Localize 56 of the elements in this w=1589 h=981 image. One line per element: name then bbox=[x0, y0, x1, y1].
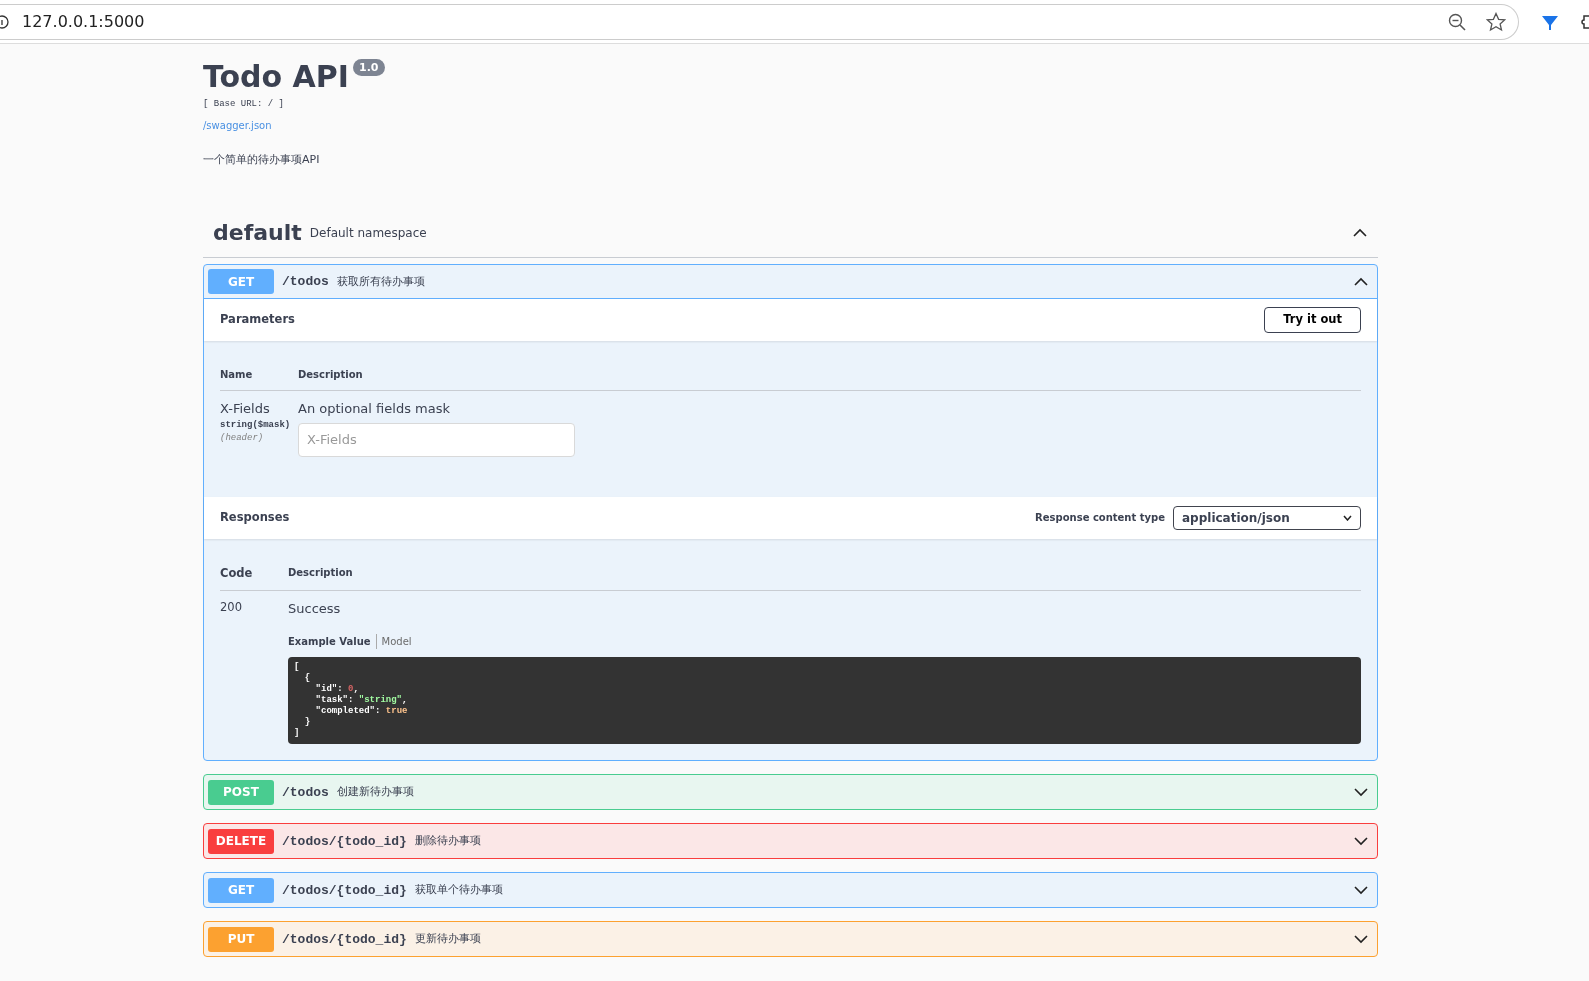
column-header: Description bbox=[288, 565, 353, 580]
column-header: Description bbox=[298, 368, 363, 382]
endpoint-summary: 创建新待办事项 bbox=[336, 784, 414, 800]
section-title: Responses bbox=[220, 508, 290, 526]
response-description: Success bbox=[288, 599, 342, 618]
method-badge: POST bbox=[208, 779, 274, 805]
api-title: Todo API bbox=[203, 59, 349, 94]
chevron-up-icon[interactable] bbox=[1352, 227, 1368, 238]
response-code: 200 bbox=[220, 598, 243, 616]
example-tab[interactable]: Model bbox=[375, 634, 412, 650]
api-description: 一个简单的待办事项API bbox=[203, 151, 321, 168]
zoom-out-icon[interactable] bbox=[1448, 12, 1466, 31]
namespace-header[interactable]: default Default namespace bbox=[203, 208, 1378, 258]
method-badge: PUT bbox=[208, 926, 274, 952]
chevron-down-icon[interactable] bbox=[1353, 934, 1369, 945]
example-tab[interactable]: Example Value bbox=[288, 634, 371, 650]
content-type-select[interactable]: application/json bbox=[1173, 505, 1361, 530]
content-type-label: Response content type bbox=[1035, 511, 1165, 525]
endpoint-path: /todos/{todo_id} bbox=[282, 832, 407, 851]
parameter-input[interactable]: X-Fields bbox=[298, 422, 575, 457]
star-icon[interactable] bbox=[1486, 11, 1506, 32]
parameter-description: An optional fields mask bbox=[298, 400, 451, 418]
endpoint-path: /todos/{todo_id} bbox=[282, 930, 407, 949]
parameter-name: X-Fields bbox=[220, 400, 271, 418]
column-header: Name bbox=[220, 368, 254, 382]
chevron-down-icon[interactable] bbox=[1353, 885, 1369, 896]
info-icon[interactable] bbox=[0, 14, 12, 29]
endpoint-summary: 删除待办事项 bbox=[414, 833, 481, 849]
parameter-type: string($mask) bbox=[220, 418, 292, 432]
operation-header[interactable]: DELETE /todos/{todo_id} 删除待办事项 bbox=[204, 824, 1377, 859]
method-badge: DELETE bbox=[208, 828, 274, 854]
endpoint-path: /todos bbox=[282, 783, 329, 802]
version-badge: 1.0 bbox=[353, 59, 385, 76]
operation-header[interactable]: GET /todos/{todo_id} 获取单个待办事项 bbox=[204, 873, 1377, 908]
endpoint-path: /todos/{todo_id} bbox=[282, 881, 407, 900]
base-url: [ Base URL: / ] bbox=[203, 98, 285, 111]
namespace-description: Default namespace bbox=[309, 224, 427, 242]
url-text: 127.0.0.1:5000 bbox=[22, 10, 145, 33]
try-it-out-button[interactable]: Try it out bbox=[1264, 307, 1361, 333]
operation-header[interactable]: PUT /todos/{todo_id} 更新待办事项 bbox=[204, 922, 1377, 957]
chevron-down-icon[interactable] bbox=[1353, 836, 1369, 847]
endpoint-summary: 获取单个待办事项 bbox=[414, 882, 503, 898]
section-title: Parameters bbox=[220, 311, 295, 329]
caret-icon bbox=[1343, 514, 1352, 521]
namespace-name: default bbox=[213, 219, 302, 247]
endpoint-summary: 更新待办事项 bbox=[414, 931, 481, 947]
chevron-up-icon[interactable] bbox=[1353, 276, 1369, 287]
method-badge: GET bbox=[208, 269, 274, 294]
column-header: Code bbox=[220, 564, 254, 582]
endpoint-summary: 获取所有待办事项 bbox=[336, 273, 425, 289]
operation-header[interactable]: POST /todos 创建新待办事项 bbox=[204, 775, 1377, 810]
method-badge: GET bbox=[208, 877, 274, 903]
parameter-location: (header) bbox=[220, 432, 265, 445]
chevron-down-icon[interactable] bbox=[1353, 787, 1369, 798]
example-code: [ { "id": 0, "task": "string", "completed": true } ] bbox=[288, 657, 1361, 745]
endpoint-path: /todos bbox=[282, 272, 329, 291]
